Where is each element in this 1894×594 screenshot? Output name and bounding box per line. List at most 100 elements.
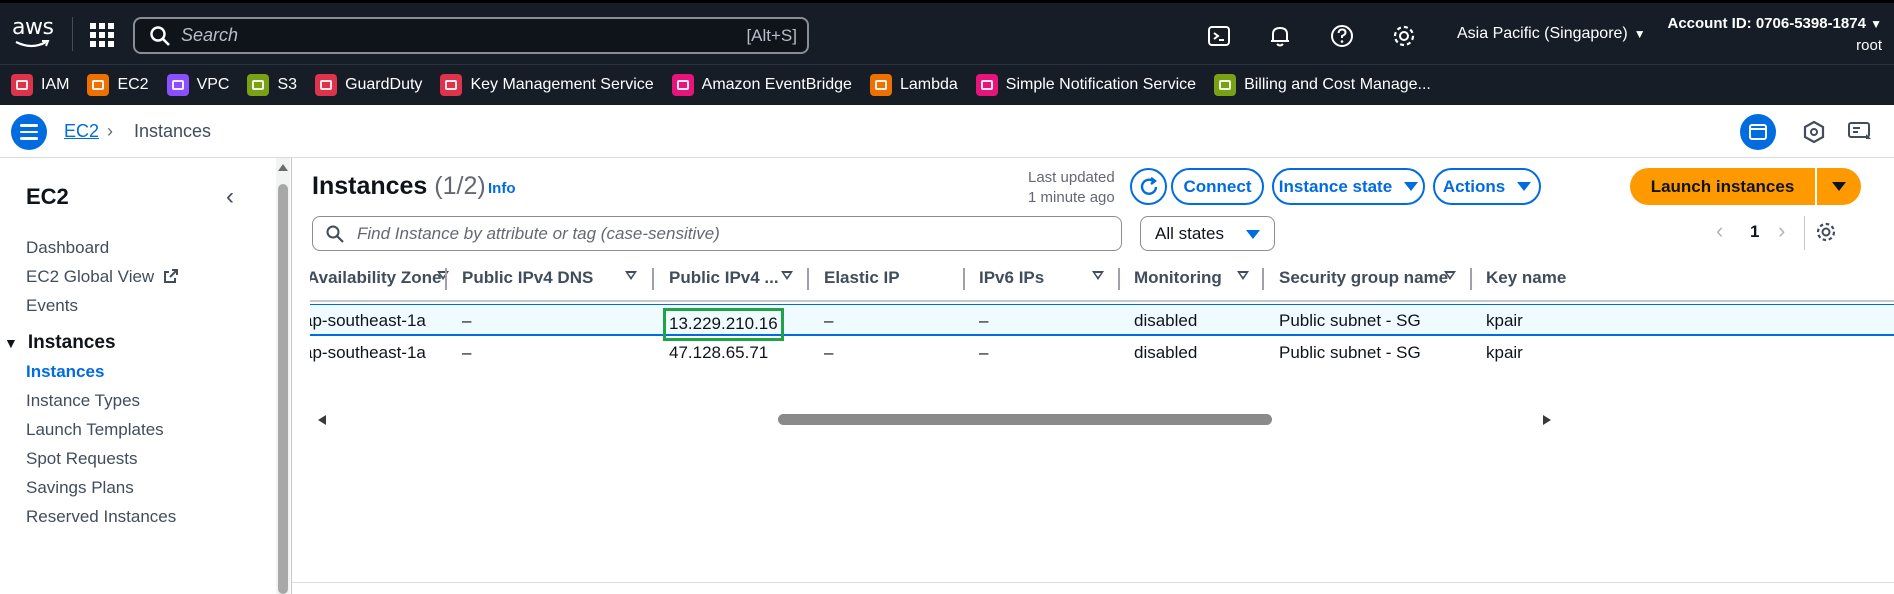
table-cell: kpair [1486,311,1523,331]
nav-item-global-view[interactable]: EC2 Global View [26,267,179,287]
panel-toggle-icon[interactable] [1740,114,1776,150]
column-resizer[interactable] [445,268,447,290]
column-header[interactable]: Key name [1486,268,1566,288]
cell-value: disabled [1134,311,1198,330]
nav-item-dashboard[interactable]: Dashboard [26,238,109,258]
column-header[interactable]: Public IPv4 DNS [462,268,593,288]
horizontal-scrollbar[interactable] [310,412,1894,430]
nav-item-spot-requests[interactable]: Spot Requests [26,449,138,469]
cell-value: – [824,343,834,362]
info-link[interactable]: Info [488,180,516,197]
table-settings-icon[interactable] [1814,220,1838,244]
table-cell: Public subnet - SG [1279,311,1421,331]
column-header[interactable]: Elastic IP [824,268,900,288]
search-placeholder: Search [181,25,239,45]
favorite-ec2[interactable]: EC2 [87,74,149,96]
nav-item-launch-templates[interactable]: Launch Templates [26,420,164,440]
nav-scrollbar[interactable] [276,158,290,594]
account-user: root [1856,37,1882,54]
favorite-billing-and-cost-manage[interactable]: Billing and Cost Manage... [1214,74,1431,96]
table-cell: – [824,343,833,363]
favorite-guardduty[interactable]: GuardDuty [315,74,422,96]
favorite-key-management-service[interactable]: Key Management Service [440,74,654,96]
account-menu[interactable]: Account ID: 0706-5398-1874 ▼ root [1668,13,1883,57]
caret-down-icon: ▼ [1870,17,1882,31]
gear-icon[interactable] [1391,23,1417,49]
external-link-icon [163,269,178,283]
scroll-left-icon[interactable] [318,415,326,425]
column-resizer[interactable] [1118,268,1120,290]
cell-value: ap-southeast-1a [310,343,426,362]
refresh-button[interactable] [1130,168,1167,205]
column-header[interactable]: Monitoring [1134,268,1222,288]
service-icon [975,74,998,96]
column-resizer[interactable] [1262,268,1264,290]
collapse-nav-icon[interactable]: ‹ [226,183,234,211]
chevron-right-icon: › [107,121,113,141]
column-header[interactable]: Public IPv4 ... [669,268,779,288]
region-selector[interactable]: Asia Pacific (Singapore) ▼ [1457,25,1646,43]
column-resizer[interactable] [652,268,654,290]
favorite-label: Billing and Cost Manage... [1244,76,1431,93]
scrollbar-thumb[interactable] [278,184,288,594]
notifications-icon[interactable] [1800,118,1828,146]
breadcrumb-ec2-link[interactable]: EC2 [64,121,99,142]
nav-item-savings-plans[interactable]: Savings Plans [26,478,134,498]
favorite-label: Amazon EventBridge [701,76,852,93]
table-cell: – [979,343,988,363]
launch-instances-button[interactable]: Launch instances [1630,168,1815,205]
instance-state-label: Instance state [1278,176,1393,196]
favorite-iam[interactable]: IAM [11,74,69,96]
previous-page-icon[interactable]: ‹ [1716,218,1723,244]
actions-button[interactable]: Actions [1433,168,1541,205]
favorite-s3[interactable]: S3 [247,74,297,96]
table-cell: kpair [1486,343,1523,363]
aws-logo[interactable]: aws [12,17,54,51]
menu-toggle-button[interactable] [11,114,47,150]
favorite-vpc[interactable]: VPC [166,74,229,96]
nav-item-instance-types[interactable]: Instance Types [26,391,140,411]
column-resizer[interactable] [1470,268,1472,290]
next-page-icon[interactable]: › [1778,218,1785,244]
account-id: Account ID: 0706-5398-1874 [1667,15,1866,32]
caret-down-icon: ▼ [1633,27,1646,41]
bell-icon[interactable] [1267,23,1293,49]
help-icon[interactable] [1329,23,1355,49]
search-icon [150,25,170,46]
scrollbar-thumb[interactable] [778,414,1272,425]
nav-section-label: Instances [27,332,116,353]
table-cell[interactable]: 47.128.65.71 [669,343,768,363]
feedback-icon[interactable] [1846,118,1874,146]
nav-item-events[interactable]: Events [26,296,78,316]
states-select[interactable]: All states [1140,216,1275,251]
favorite-simple-notification-service[interactable]: Simple Notification Service [975,74,1196,96]
table-row[interactable]: ap-southeast-1a – 13.229.210.16 – – disabled P… [310,304,1894,341]
column-header[interactable]: IPv6 IPs [979,268,1044,288]
nav-item-instances[interactable]: Instances [26,362,104,382]
service-icon [671,74,694,96]
column-header[interactable]: Security group name [1279,268,1448,288]
cell-value: – [462,343,472,362]
column-resizer[interactable] [807,268,809,290]
cloudshell-icon[interactable] [1206,23,1232,49]
apps-grid-icon[interactable] [90,23,114,47]
column-header-label: Public IPv4 DNS [462,268,594,287]
favorite-lambda[interactable]: Lambda [869,74,958,96]
caret-down-icon [1832,182,1846,191]
nav-item-reserved-instances[interactable]: Reserved Instances [26,507,176,527]
nav-section-instances[interactable]: ▼ Instances [4,332,116,354]
nav-item-label: EC2 Global View [26,267,155,286]
page-number[interactable]: 1 [1750,222,1759,242]
column-header[interactable]: Availability Zone [310,268,441,288]
column-resizer[interactable] [963,268,965,290]
instance-filter-input[interactable]: Find Instance by attribute or tag (case-… [312,216,1122,251]
favorite-amazon-eventbridge[interactable]: Amazon EventBridge [671,74,852,96]
search-input[interactable]: Search [Alt+S] [133,17,809,54]
divider [1804,216,1805,250]
launch-dropdown-button[interactable] [1817,168,1861,205]
cell-value: Public subnet - SG [1279,343,1421,362]
connect-button[interactable]: Connect [1171,168,1264,205]
instance-state-button[interactable]: Instance state [1272,168,1425,205]
table-row[interactable]: ap-southeast-1a – 47.128.65.71 – – disabled Pu… [310,337,1894,369]
scroll-right-icon[interactable] [1543,415,1551,425]
